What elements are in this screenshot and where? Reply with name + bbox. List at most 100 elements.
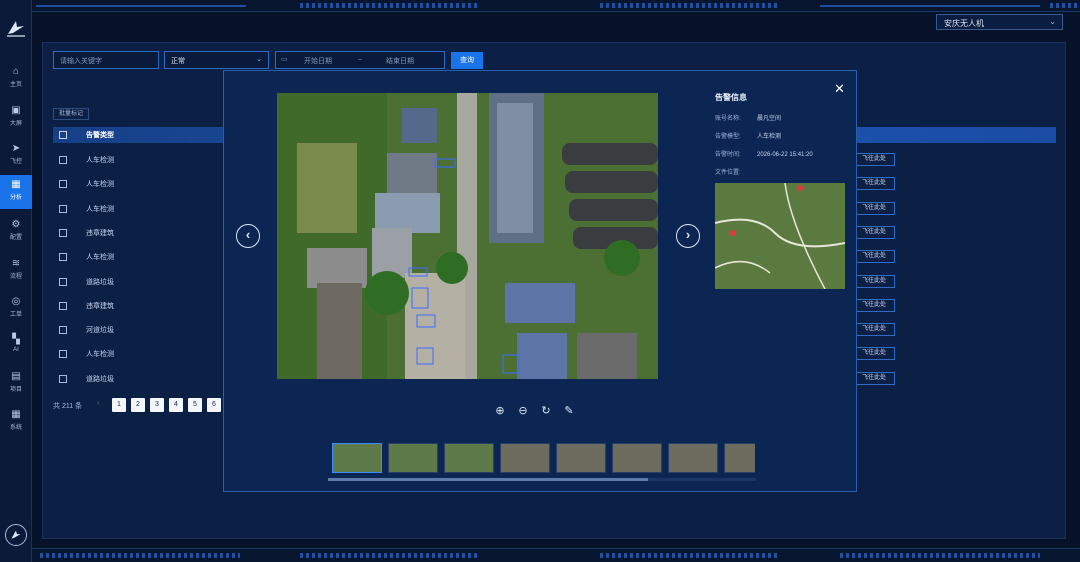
sidebar-item-6[interactable]: ◎ 工单: [0, 292, 32, 326]
end-date-placeholder: 结束日期: [386, 58, 414, 65]
date-range-picker[interactable]: ▭ 开始日期 – 结束日期: [275, 51, 445, 69]
row-checkbox[interactable]: [59, 301, 67, 310]
sidebar-item-label: 系统: [9, 425, 22, 431]
info-row: 文件位置:: [715, 167, 757, 176]
alarm-type-cell: 道路垃圾: [86, 278, 114, 286]
info-value: 2026-06-22 15:41:20: [757, 152, 813, 158]
fly-to-button[interactable]: 飞往此处: [853, 201, 895, 215]
fly-to-button[interactable]: 飞往此处: [853, 323, 895, 337]
status-select-value: 正常: [171, 58, 185, 65]
sidebar-item-8[interactable]: ▤ 项目: [0, 367, 32, 401]
page-button[interactable]: 5: [188, 398, 202, 412]
fly-to-button[interactable]: 飞往此处: [853, 177, 895, 191]
sidebar-item-label: 大屏: [9, 121, 22, 127]
sidebar-item-7[interactable]: ▚ AI: [0, 330, 32, 364]
sidebar-item-3[interactable]: ▦ 分析: [0, 175, 32, 209]
row-checkbox[interactable]: [59, 277, 67, 286]
analysis-icon: ▦: [11, 179, 21, 190]
zoom-in-icon[interactable]: ⊕: [493, 404, 507, 418]
thumbnail[interactable]: [500, 443, 550, 473]
fly-to-button[interactable]: 飞往此处: [853, 371, 895, 385]
sidebar-item-9[interactable]: ▦ 系统: [0, 405, 32, 439]
row-checkbox[interactable]: [59, 253, 67, 262]
thumbnail[interactable]: [556, 443, 606, 473]
alarm-type-cell: 人车检测: [86, 181, 114, 189]
prev-image-button[interactable]: ‹: [236, 224, 260, 248]
row-checkbox[interactable]: [59, 326, 67, 335]
select-all-checkbox[interactable]: [59, 131, 67, 139]
sidebar-item-5[interactable]: ≋ 流程: [0, 254, 32, 288]
keyword-placeholder: 请输入关键字: [60, 58, 102, 65]
region-select[interactable]: 安庆无人机 ⌄: [936, 14, 1063, 30]
project-icon: ▤: [11, 371, 21, 382]
alarm-detail-modal: ✕ ‹ › 告警信息 账号名称:晨凡空间告警模型:人车检测告警时间:2: [223, 70, 857, 492]
date-separator: –: [358, 56, 362, 63]
thumbnail[interactable]: [388, 443, 438, 473]
footer-logo-icon: [5, 524, 27, 546]
chevron-down-icon: ⌄: [256, 56, 262, 63]
flight-control-icon: ➤: [11, 143, 21, 154]
fly-to-button[interactable]: 飞往此处: [853, 250, 895, 264]
row-checkbox[interactable]: [59, 180, 67, 189]
thumbnail[interactable]: [724, 443, 755, 473]
sidebar-item-label: 流程: [9, 274, 22, 280]
rotate-icon[interactable]: ↻: [539, 404, 553, 418]
prev-page-button[interactable]: ‹: [97, 400, 99, 407]
sidebar-item-label: 分析: [9, 195, 22, 201]
query-button[interactable]: 查询: [451, 52, 483, 69]
alarm-type-cell: 道路垃圾: [86, 375, 114, 383]
thumbnail[interactable]: [332, 443, 382, 473]
info-row: 告警模型: 人车检测: [715, 131, 781, 140]
info-key: 告警模型:: [715, 134, 741, 140]
page-button[interactable]: 4: [169, 398, 183, 412]
workorder-icon: ◎: [11, 296, 21, 307]
sidebar-item-4[interactable]: ⚙ 配置: [0, 215, 32, 249]
fly-to-button[interactable]: 飞往此处: [853, 225, 895, 239]
thumbnail-scrollbar[interactable]: [328, 478, 756, 481]
thumbnail[interactable]: [612, 443, 662, 473]
total-count: 共 211 条: [53, 403, 83, 410]
alarm-type-cell: 河道垃圾: [86, 327, 114, 335]
alarm-type-cell: 违章建筑: [86, 302, 114, 310]
thumbnail[interactable]: [444, 443, 494, 473]
page-button[interactable]: 1: [112, 398, 126, 412]
fly-to-button[interactable]: 飞往此处: [853, 274, 895, 288]
alarm-type-cell: 人车检测: [86, 157, 114, 164]
page-button[interactable]: 2: [131, 398, 145, 412]
region-select-value: 安庆无人机: [944, 19, 984, 28]
fly-to-button[interactable]: 飞往此处: [853, 347, 895, 361]
sidebar-item-0[interactable]: ⌂ 主页: [0, 62, 32, 96]
close-icon[interactable]: ✕: [834, 81, 845, 97]
thumbnail[interactable]: [668, 443, 718, 473]
status-select[interactable]: 正常 ⌄: [164, 51, 269, 69]
sidebar-item-label: 项目: [9, 387, 22, 393]
keyword-input[interactable]: 请输入关键字: [53, 51, 159, 69]
info-key: 文件位置:: [715, 170, 741, 176]
edit-icon[interactable]: ✎: [562, 404, 576, 418]
sidebar-item-label: 主页: [9, 82, 22, 88]
row-checkbox[interactable]: [59, 228, 67, 237]
info-value: 人车检测: [757, 134, 782, 140]
aerial-photo: [277, 93, 658, 379]
row-checkbox[interactable]: [59, 350, 67, 359]
batch-mark-button[interactable]: 批量标记: [53, 108, 89, 120]
screen-icon: ▣: [11, 105, 21, 116]
fly-to-button[interactable]: 飞往此处: [853, 298, 895, 312]
sidebar-item-2[interactable]: ➤ 飞控: [0, 139, 32, 173]
row-checkbox[interactable]: [59, 374, 67, 383]
page-button[interactable]: 3: [150, 398, 164, 412]
page-button[interactable]: 6: [207, 398, 221, 412]
location-map: [715, 183, 845, 289]
zoom-out-icon[interactable]: ⊖: [516, 404, 530, 418]
row-checkbox[interactable]: [59, 204, 67, 213]
info-title: 告警信息: [715, 93, 747, 102]
row-checkbox[interactable]: [59, 156, 67, 164]
info-key: 账号名称:: [715, 116, 741, 122]
logo-icon: [7, 21, 25, 37]
fly-to-button[interactable]: 飞往此处: [853, 153, 895, 166]
alarm-type-cell: 人车检测: [86, 254, 114, 262]
info-row: 账号名称: 晨凡空间: [715, 113, 781, 122]
sidebar-item-1[interactable]: ▣ 大屏: [0, 101, 32, 135]
alarm-type-cell: 违章建筑: [86, 229, 114, 237]
next-image-button[interactable]: ›: [676, 224, 700, 248]
